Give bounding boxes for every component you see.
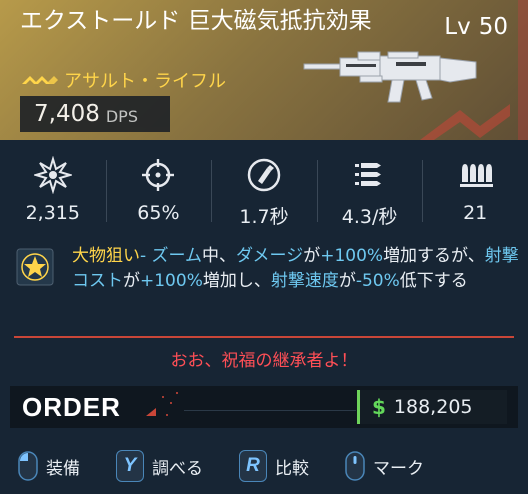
stat-damage-value: 2,315 [25, 202, 80, 224]
fire-rate-icon [354, 163, 381, 186]
stat-damage: 2,315 [0, 150, 106, 232]
section-divider [14, 336, 514, 338]
dps-label: DPS [105, 106, 138, 126]
price-box: $ 188,205 [357, 390, 507, 424]
action-bar: 装備 Y 調べる R 比較 マーク [0, 446, 528, 486]
perk-value: +100% [140, 271, 203, 291]
crosshair-icon [142, 159, 175, 191]
stat-accuracy-value: 65% [137, 202, 180, 224]
level-value: 50 [478, 14, 508, 40]
stat-magazine-value: 21 [463, 202, 488, 224]
action-mark-label: マーク [373, 458, 424, 479]
stat-fire-rate: 4.3/秒 [316, 150, 423, 232]
stat-reload-value: 1.7秒 [239, 206, 289, 228]
perk-star-icon [16, 248, 54, 286]
perk-text: が [303, 246, 321, 266]
magazine-icon [460, 164, 494, 187]
perk-text-sep: - [140, 246, 152, 266]
perk-text: が [338, 271, 356, 291]
header-decoration [420, 104, 510, 140]
perk-text: が [123, 271, 140, 291]
item-header: エクストールド 巨大磁気抵抗効果 Lv 50 アサルト・ライフル 7,408 DP… [0, 0, 528, 140]
reload-icon [247, 158, 281, 192]
item-card: エクストールド 巨大磁気抵抗効果 Lv 50 アサルト・ライフル 7,408 DP… [0, 0, 528, 494]
perk-description: 大物狙い- ズーム中、ダメージが+100%増加するが、射撃コストが+100%増加… [72, 244, 520, 294]
stats-row: 2,315 65% 1.7秒 4.3/秒 21 [0, 150, 528, 232]
rarity-chevron-icon [22, 76, 58, 84]
perk-keyword-fire-rate: 射撃速度 [270, 271, 339, 291]
level-prefix: Lv [444, 14, 471, 40]
stat-magazine: 21 [422, 150, 528, 232]
perk-text: 増加するが、 [383, 246, 485, 266]
action-inspect-label: 調べる [152, 458, 203, 479]
perk-value: +100% [320, 246, 384, 266]
manufacturer-name: ORDER [22, 392, 121, 422]
key-y-icon: Y [116, 450, 144, 482]
dps-value: 7,408 [34, 101, 100, 127]
stat-fire-rate-value: 4.3/秒 [341, 206, 398, 228]
perk-keyword-zoom: ズーム [151, 246, 203, 266]
mouse-middle-click-icon [345, 451, 365, 481]
perk-value: -50% [355, 271, 400, 291]
perk-section: 大物狙い- ズーム中、ダメージが+100%増加するが、射撃コストが+100%増加… [0, 238, 528, 324]
action-equip[interactable]: 装備 [18, 451, 80, 481]
mouse-left-click-icon [18, 451, 38, 481]
stat-accuracy: 65% [105, 150, 212, 232]
manufacturer-row: ORDER $ 188,205 [10, 386, 518, 428]
action-compare-label: 比較 [275, 458, 309, 479]
item-level: Lv 50 [444, 14, 508, 40]
stat-reload: 1.7秒 [211, 150, 317, 232]
order-manufacturer-logo: ORDER [10, 386, 180, 428]
header-edge-accent [518, 0, 528, 140]
impact-damage-icon [33, 156, 72, 194]
item-type: アサルト・ライフル [20, 68, 226, 92]
action-compare[interactable]: R 比較 [239, 450, 309, 482]
perk-text: 低下する [399, 271, 468, 291]
perk-text: 増加し、 [202, 271, 271, 291]
price-line [184, 410, 356, 411]
flavor-text: おお、祝福の継承者よ！ [170, 351, 358, 371]
price-value: 188,205 [393, 396, 473, 418]
perk-name: 大物狙い [72, 246, 140, 266]
currency-icon: $ [372, 395, 386, 419]
perk-keyword-damage: ダメージ [236, 246, 304, 266]
item-name: エクストールド 巨大磁気抵抗効果 [20, 8, 372, 34]
action-inspect[interactable]: Y 調べる [116, 450, 203, 482]
dps-box: 7,408 DPS [20, 96, 170, 132]
item-type-label: アサルト・ライフル [64, 71, 226, 92]
action-mark[interactable]: マーク [345, 451, 424, 481]
perk-text: 中、 [202, 246, 237, 266]
key-r-icon: R [239, 450, 267, 482]
action-equip-label: 装備 [46, 458, 80, 479]
